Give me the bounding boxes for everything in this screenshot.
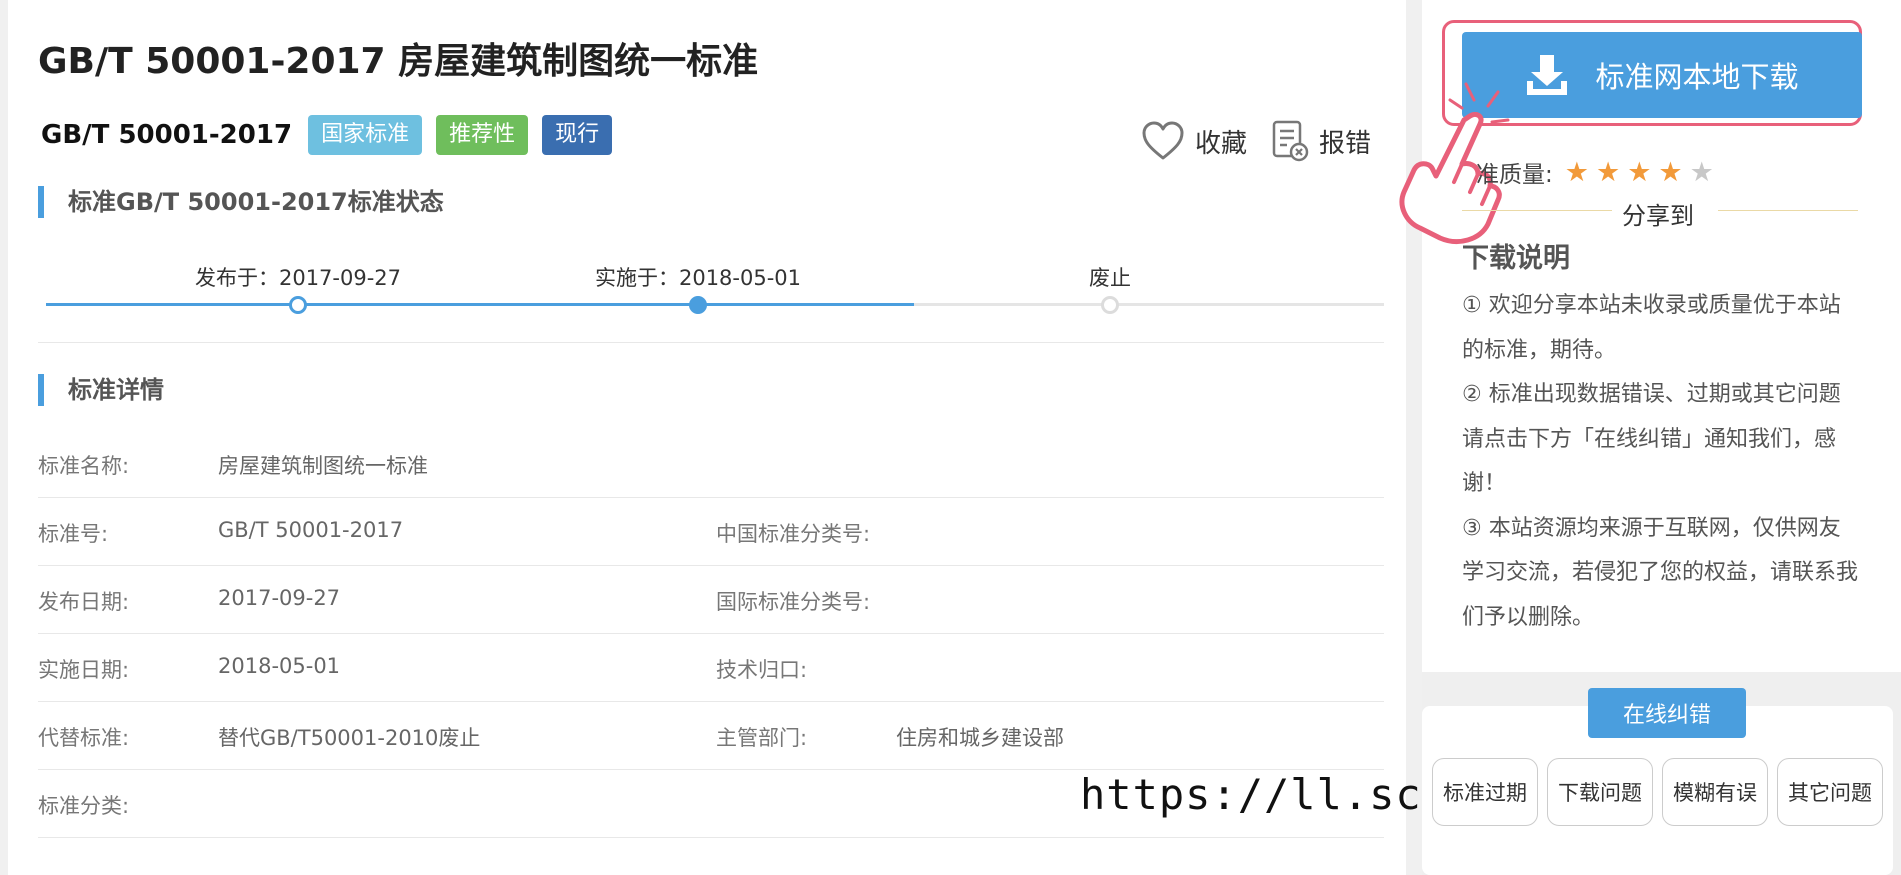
- detail-label: 实施日期:: [38, 658, 130, 682]
- star-icon: ★: [1627, 156, 1652, 188]
- timeline-dot-published: [289, 296, 307, 314]
- detail-row: 代替标准: 替代GB/T50001-2010废止 主管部门: 住房和城乡建设部: [38, 702, 1384, 770]
- detail-value: 2017-09-27: [218, 586, 341, 610]
- timeline-label-published: 发布于：2017-09-27: [194, 266, 402, 290]
- detail-value: 2018-05-01: [218, 654, 341, 678]
- issue-download-button[interactable]: 下载问题: [1547, 758, 1653, 826]
- issue-expired-button[interactable]: 标准过期: [1432, 758, 1538, 826]
- share-label: 分享到: [1622, 202, 1694, 230]
- timeline-dot-implemented: [689, 296, 707, 314]
- detail-label: 技术归口:: [716, 658, 808, 682]
- standard-meta-row: GB/T 50001-2017 国家标准 推荐性 现行: [41, 114, 626, 156]
- star-empty-icon: ★: [1689, 156, 1714, 188]
- star-icon: ★: [1595, 156, 1621, 188]
- page-title: GB/T 50001-2017 房屋建筑制图统一标准: [38, 41, 759, 82]
- report-icon: [1272, 120, 1309, 162]
- main-panel: GB/T 50001-2017 房屋建筑制图统一标准 GB/T 50001-20…: [8, 0, 1500, 875]
- detail-row: 发布日期: 2017-09-27 国际标准分类号:: [38, 566, 1384, 634]
- online-correction-button[interactable]: 在线纠错: [1588, 688, 1746, 738]
- issue-other-button[interactable]: 其它问题: [1777, 758, 1883, 826]
- detail-row: 标准号: GB/T 50001-2017 中国标准分类号:: [38, 498, 1384, 566]
- rating-stars: ★ ★ ★ ★ ★: [1565, 159, 1721, 186]
- favorite-label: 收藏: [1195, 128, 1248, 159]
- timeline-dot-abolished: [1101, 296, 1119, 314]
- star-icon: ★: [1658, 156, 1683, 188]
- details-section-heading: 标准详情: [38, 374, 164, 406]
- download-note: ② 标准出现数据错误、过期或其它问题请点击下方「在线纠错」通知我们，感谢！: [1462, 382, 1841, 496]
- issue-blurry-button[interactable]: 模糊有误: [1662, 758, 1768, 826]
- report-error-button[interactable]: 报错: [1271, 120, 1371, 162]
- timeline-progress: [46, 303, 914, 306]
- quality-label: 准质量:: [1476, 162, 1553, 188]
- detail-value: GB/T 50001-2017: [218, 518, 404, 542]
- download-notes: ① 欢迎分享本站未收录或质量优于本站的标准，期待。 ② 标准出现数据错误、过期或…: [1462, 284, 1862, 640]
- status-timeline: 发布于：2017-09-27 实施于：2018-05-01 废止: [46, 258, 1384, 328]
- page: GB/T 50001-2017 房屋建筑制图统一标准 GB/T 50001-20…: [0, 0, 1901, 875]
- heart-icon: [1142, 121, 1184, 160]
- issue-buttons: 标准过期 下载问题 模糊有误 其它问题: [1432, 758, 1892, 826]
- detail-label: 标准号:: [38, 522, 109, 546]
- detail-value: 房屋建筑制图统一标准: [218, 454, 428, 478]
- detail-label: 标准分类:: [38, 794, 130, 818]
- download-notes-heading: 下载说明: [1462, 243, 1570, 274]
- sidebar: 标准网本地下载 准质量: ★ ★ ★ ★ ★ 分享到 下载说明 ① 欢迎分享本站…: [1399, 0, 1901, 875]
- tag-national: 国家标准: [308, 115, 423, 155]
- detail-value: 替代GB/T50001-2010废止: [218, 726, 481, 750]
- section-divider: [38, 342, 1384, 343]
- quality-rating: 准质量: ★ ★ ★ ★ ★: [1476, 155, 1721, 189]
- download-note: ③ 本站资源均来源于互联网，仅供网友学习交流，若侵犯了您的权益，请联系我们予以删…: [1462, 515, 1859, 630]
- report-label: 报错: [1319, 128, 1372, 159]
- timeline-label-implemented: 实施于：2018-05-01: [594, 266, 802, 290]
- star-icon: ★: [1564, 156, 1589, 188]
- download-card: 标准网本地下载 准质量: ★ ★ ★ ★ ★ 分享到 下载说明 ① 欢迎分享本站…: [1399, 0, 1901, 672]
- detail-row: 实施日期: 2018-05-01 技术归口:: [38, 634, 1384, 702]
- actions-bar: 收藏 报错: [1141, 118, 1371, 164]
- timeline-label-abolished: 废止: [1089, 266, 1131, 290]
- detail-row: 标准名称: 房屋建筑制图统一标准: [38, 430, 1384, 498]
- detail-value: 住房和城乡建设部: [896, 726, 1064, 750]
- detail-label: 主管部门:: [716, 726, 808, 750]
- download-icon: [1527, 55, 1568, 95]
- detail-label: 中国标准分类号:: [716, 522, 871, 546]
- share-divider-left: [1462, 210, 1612, 211]
- detail-label: 标准名称:: [38, 454, 130, 478]
- download-note: ① 欢迎分享本站未收录或质量优于本站的标准，期待。: [1462, 293, 1841, 363]
- detail-label: 国际标准分类号:: [716, 590, 871, 614]
- tag-current: 现行: [542, 115, 613, 155]
- download-label: 标准网本地下载: [1595, 60, 1799, 94]
- detail-label: 代替标准:: [38, 726, 130, 750]
- detail-label: 发布日期:: [38, 590, 130, 614]
- favorite-button[interactable]: 收藏: [1141, 121, 1247, 161]
- share-divider-right: [1718, 210, 1858, 211]
- standard-code: GB/T 50001-2017: [41, 120, 293, 150]
- tag-recommended: 推荐性: [436, 115, 529, 155]
- status-section-heading: 标准GB/T 50001-2017标准状态: [38, 186, 444, 218]
